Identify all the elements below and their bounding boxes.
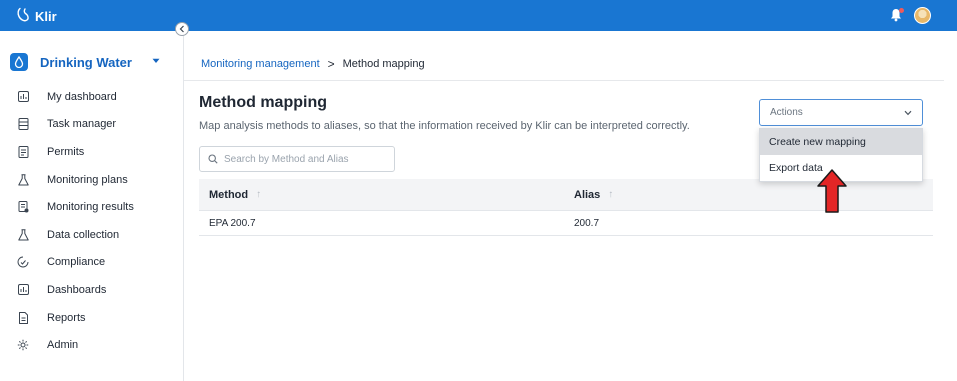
brand-name: Klir	[35, 9, 57, 24]
red-up-arrow-icon	[817, 169, 847, 213]
sort-up-icon[interactable]: ↑	[256, 189, 261, 200]
caret-down-icon[interactable]	[152, 58, 160, 64]
klir-logo-icon	[16, 7, 30, 26]
flask-icon	[17, 173, 29, 186]
chevron-down-icon	[904, 110, 912, 115]
column-header-method[interactable]: Method ↑	[199, 189, 564, 201]
sort-up-icon[interactable]: ↑	[608, 189, 613, 200]
sidebar-item-permits[interactable]: Permits	[0, 138, 183, 166]
notification-dot	[899, 8, 904, 13]
breadcrumb-separator: >	[327, 57, 335, 71]
table-row[interactable]: EPA 200.7 200.7	[199, 211, 933, 236]
sidebar-item-label: Monitoring results	[47, 201, 134, 214]
cell-method: EPA 200.7	[209, 217, 256, 229]
breadcrumb-current: Method mapping	[342, 58, 425, 70]
sidebar-item-monitoring-plans[interactable]: Monitoring plans	[0, 166, 183, 194]
sidebar-item-my-dashboard[interactable]: My dashboard	[0, 83, 183, 111]
menu-item-create-new-mapping[interactable]: Create new mapping	[760, 129, 922, 155]
sidebar-item-label: Data collection	[47, 228, 120, 241]
sidebar-item-monitoring-results[interactable]: Monitoring results	[0, 193, 183, 221]
sidebar-item-data-collection[interactable]: Data collection	[0, 221, 183, 249]
divider	[184, 80, 944, 81]
sidebar-item-label: Task manager	[47, 118, 117, 131]
top-bar: Klir	[0, 0, 957, 31]
compliance-icon	[17, 256, 29, 268]
breadcrumb: Monitoring management > Method mapping	[201, 57, 425, 71]
chevron-left-icon	[179, 25, 184, 33]
search-icon	[208, 154, 218, 164]
results-icon	[17, 201, 29, 213]
sidebar-item-label: Dashboards	[47, 283, 107, 296]
sidebar-item-label: Admin	[47, 339, 79, 352]
sidebar-item-dashboards[interactable]: Dashboards	[0, 276, 183, 304]
sidebar-item-label: Monitoring plans	[47, 173, 128, 186]
search-box[interactable]	[199, 146, 395, 172]
breadcrumb-link-monitoring-management[interactable]: Monitoring management	[201, 58, 320, 70]
sidebar-item-label: Permits	[47, 145, 85, 158]
dashboard-icon	[17, 284, 29, 296]
permits-icon	[17, 145, 29, 158]
flask-icon	[17, 229, 29, 241]
sidebar-item-compliance[interactable]: Compliance	[0, 249, 183, 277]
cell-alias: 200.7	[574, 217, 600, 229]
workspace-selector[interactable]: Drinking Water	[10, 53, 132, 71]
page-subtitle: Map analysis methods to aliases, so that…	[199, 120, 690, 132]
gear-icon	[17, 339, 29, 351]
column-header-label: Alias	[574, 188, 601, 201]
sidebar: Drinking Water My dashboard Task manager…	[0, 31, 184, 381]
avatar[interactable]	[914, 7, 931, 24]
water-drop-icon	[10, 53, 28, 71]
reports-icon	[17, 311, 29, 324]
column-header-label: Method	[209, 188, 249, 201]
dashboard-icon	[17, 91, 29, 103]
column-header-alias[interactable]: Alias ↑	[564, 189, 933, 201]
search-input[interactable]	[224, 153, 394, 165]
sidebar-item-reports[interactable]: Reports	[0, 304, 183, 332]
workspace-name: Drinking Water	[40, 54, 132, 70]
page-title: Method mapping	[199, 94, 327, 111]
sidebar-nav: My dashboard Task manager Permits Monito…	[0, 83, 183, 359]
sidebar-item-task-manager[interactable]: Task manager	[0, 111, 183, 139]
collapse-sidebar-button[interactable]	[175, 22, 189, 36]
notifications-button[interactable]	[890, 8, 904, 25]
actions-dropdown[interactable]: Actions	[759, 99, 923, 126]
sidebar-item-label: Compliance	[47, 256, 106, 269]
task-manager-icon	[17, 118, 29, 131]
brand[interactable]: Klir	[16, 7, 57, 26]
actions-dropdown-label: Actions	[770, 107, 803, 118]
sidebar-item-label: Reports	[47, 311, 86, 324]
sidebar-item-label: My dashboard	[47, 90, 117, 103]
sidebar-item-admin[interactable]: Admin	[0, 331, 183, 359]
